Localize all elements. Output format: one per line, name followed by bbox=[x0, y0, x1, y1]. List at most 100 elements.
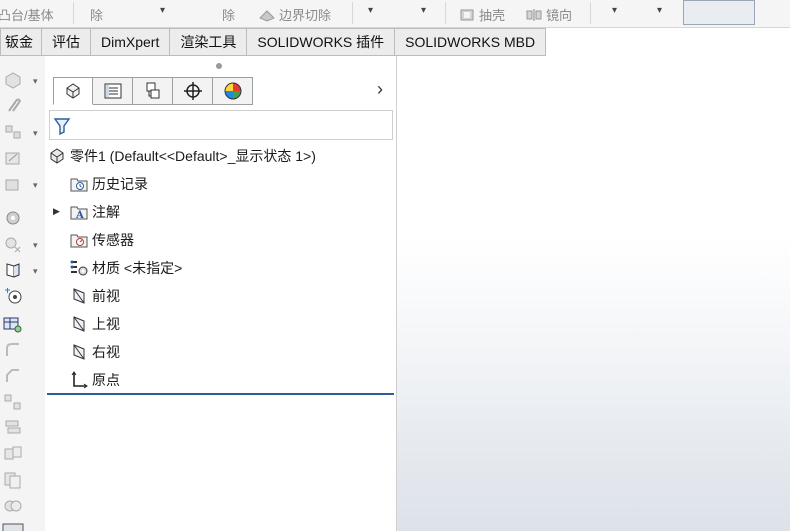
table-icon[interactable] bbox=[2, 314, 24, 334]
stack-icon[interactable] bbox=[2, 418, 24, 438]
tab-solidworks-mbd[interactable]: SOLIDWORKS MBD bbox=[395, 28, 547, 56]
part-icon bbox=[47, 147, 67, 165]
gear-icon[interactable] bbox=[2, 208, 24, 228]
chamfer-icon[interactable] bbox=[2, 366, 24, 386]
toolbar-separator bbox=[352, 2, 353, 24]
panel-grip-handle[interactable] bbox=[216, 63, 222, 69]
chevron-down-icon[interactable]: ▾ bbox=[160, 5, 165, 16]
dimxpert-manager-icon bbox=[183, 82, 202, 100]
tree-item-label: 传感器 bbox=[92, 232, 134, 248]
tree-root-part[interactable]: 零件1 (Default<<Default>_显示状态 1>) bbox=[47, 145, 316, 167]
chevron-down-icon[interactable]: ▾ bbox=[421, 5, 426, 16]
paperclip-icon[interactable] bbox=[2, 96, 24, 116]
extrude-boss-icon[interactable] bbox=[2, 70, 24, 90]
manager-tabs bbox=[53, 77, 253, 105]
tree-item-label: 原点 bbox=[92, 372, 120, 388]
tree-item-top-plane[interactable]: 上视 bbox=[69, 313, 120, 335]
delete-feature-icon[interactable] bbox=[2, 234, 24, 254]
layers-icon[interactable] bbox=[2, 444, 24, 464]
tree-item-origin[interactable]: 原点 bbox=[69, 369, 120, 391]
left-toolbar: ▾ ▾ ▾ ▾ ▾ bbox=[0, 56, 45, 531]
sketch-icon[interactable] bbox=[2, 148, 24, 168]
box-feature-icon[interactable] bbox=[2, 174, 24, 194]
tab-display-manager[interactable] bbox=[213, 77, 253, 105]
cut-button-1[interactable]: 除 bbox=[90, 5, 103, 24]
filter-icon[interactable] bbox=[53, 117, 71, 135]
expand-arrow-icon[interactable]: ▶ bbox=[53, 206, 60, 217]
svg-text:A: A bbox=[75, 210, 84, 220]
boundary-cut-icon bbox=[259, 10, 275, 22]
tab-dimxpert[interactable]: DimXpert bbox=[91, 28, 171, 56]
tab-configuration-manager[interactable] bbox=[133, 77, 173, 105]
toolbar-separator bbox=[73, 2, 74, 24]
rollback-bar[interactable] bbox=[47, 393, 394, 395]
tree-item-label: 材质 <未指定> bbox=[92, 260, 183, 276]
feature-manager-panel: › 零件1 (Default<<Default>_显示状态 1>) 历史记录 ▶… bbox=[45, 56, 405, 531]
annotations-folder-icon: A bbox=[69, 203, 89, 221]
tab-solidworks-addins[interactable]: SOLIDWORKS 插件 bbox=[247, 28, 396, 56]
filter-bar[interactable] bbox=[49, 110, 393, 140]
fillet-icon[interactable] bbox=[2, 340, 24, 360]
pattern-icon[interactable] bbox=[2, 392, 24, 412]
tree-item-material[interactable]: 材质 <未指定> bbox=[69, 257, 182, 279]
origin-icon bbox=[69, 371, 89, 389]
plane-icon bbox=[69, 287, 89, 305]
tree-item-right-plane[interactable]: 右视 bbox=[69, 341, 120, 363]
tree-item-front-plane[interactable]: 前视 bbox=[69, 285, 120, 307]
chevron-down-icon[interactable]: ▾ bbox=[368, 5, 373, 16]
chevron-down-icon[interactable]: ▾ bbox=[33, 240, 38, 251]
chevron-down-icon[interactable]: ▾ bbox=[33, 76, 38, 87]
assembly-icon[interactable] bbox=[2, 496, 24, 516]
configuration-manager-icon bbox=[146, 82, 159, 99]
tab-dimxpert-manager[interactable] bbox=[173, 77, 213, 105]
shell-label: 抽壳 bbox=[479, 8, 506, 23]
tree-item-annotations[interactable]: A 注解 bbox=[69, 201, 120, 223]
shell-button[interactable]: 抽壳 bbox=[458, 5, 505, 24]
tree-item-label: 右视 bbox=[92, 344, 120, 360]
chevron-down-icon[interactable]: ▾ bbox=[657, 5, 662, 16]
sensors-folder-icon bbox=[69, 231, 89, 249]
history-folder-icon bbox=[69, 175, 89, 193]
flyout-icon[interactable] bbox=[2, 518, 24, 531]
tab-sheet-metal[interactable]: 钣金 bbox=[0, 28, 42, 56]
mass-properties-icon[interactable] bbox=[2, 286, 24, 306]
tree-item-label: 上视 bbox=[92, 316, 120, 332]
display-manager-icon bbox=[224, 82, 241, 100]
mirror-label: 镜向 bbox=[546, 8, 573, 23]
command-manager-tabs: 钣金 评估 DimXpert 渲染工具 SOLIDWORKS 插件 SOLIDW… bbox=[0, 28, 547, 56]
hole-wizard-icon[interactable] bbox=[2, 122, 24, 142]
material-icon bbox=[69, 259, 89, 277]
toolbar-separator bbox=[590, 2, 591, 24]
toolbar-selected-box[interactable] bbox=[683, 0, 755, 25]
boundary-cut-button[interactable]: 边界切除 bbox=[258, 5, 331, 24]
chevron-down-icon[interactable]: ▾ bbox=[33, 128, 38, 139]
tree-item-history[interactable]: 历史记录 bbox=[69, 173, 148, 195]
chevron-down-icon[interactable]: ▾ bbox=[612, 5, 617, 16]
copy-icon[interactable] bbox=[2, 470, 24, 490]
mirror-button[interactable]: 镜向 bbox=[525, 5, 572, 24]
top-toolbar: 凸台/基体 除 ▾ 除 边界切除 ▾ ▾ 抽壳 镜向 ▾ ▾ bbox=[0, 0, 790, 28]
boss-base-button[interactable]: 凸台/基体 bbox=[0, 5, 54, 24]
plane-icon bbox=[69, 315, 89, 333]
toolbar-separator bbox=[445, 2, 446, 24]
feature-manager-icon bbox=[66, 83, 80, 99]
tab-render-tools[interactable]: 渲染工具 bbox=[170, 28, 248, 56]
chevron-down-icon[interactable]: ▾ bbox=[33, 180, 38, 191]
tree-item-sensors[interactable]: 传感器 bbox=[69, 229, 134, 251]
cut-button-2[interactable]: 除 bbox=[222, 5, 235, 24]
chevron-right-icon[interactable]: › bbox=[377, 79, 383, 100]
tab-property-manager[interactable] bbox=[93, 77, 133, 105]
tab-evaluate[interactable]: 评估 bbox=[42, 28, 91, 56]
tree-item-label: 历史记录 bbox=[92, 176, 148, 192]
property-manager-icon bbox=[104, 83, 121, 99]
graphics-area[interactable] bbox=[397, 56, 790, 531]
chevron-down-icon[interactable]: ▾ bbox=[33, 266, 38, 277]
mirror-icon bbox=[526, 9, 542, 21]
tree-item-label: 前视 bbox=[92, 288, 120, 304]
tree-root-label: 零件1 (Default<<Default>_显示状态 1>) bbox=[70, 148, 316, 164]
shell-icon bbox=[460, 9, 474, 21]
plane-icon bbox=[69, 343, 89, 361]
tab-feature-manager[interactable] bbox=[53, 77, 93, 105]
boundary-cut-label: 边界切除 bbox=[279, 8, 332, 23]
reference-geometry-icon[interactable] bbox=[2, 260, 24, 280]
